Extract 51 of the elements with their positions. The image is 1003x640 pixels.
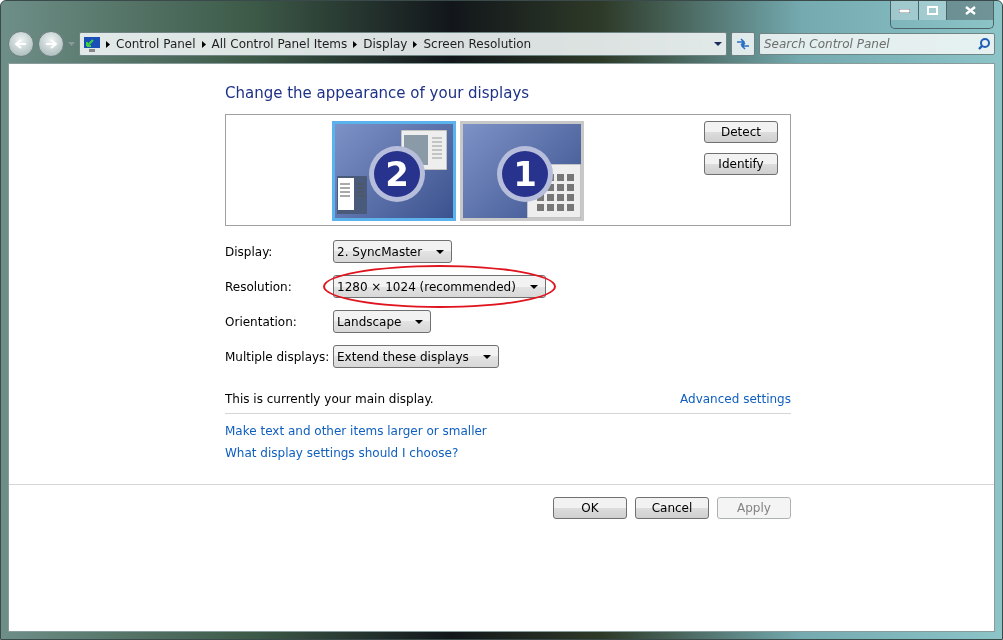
dialog-button[interactable]: OK — [553, 497, 627, 519]
setting-label: Multiple displays: — [225, 349, 331, 364]
search-icon — [978, 38, 990, 50]
breadcrumb-item[interactable]: Control Panel — [116, 37, 196, 51]
forward-arrow-icon — [45, 39, 57, 49]
monitor-action-button[interactable]: Identify — [704, 153, 778, 175]
search-field[interactable]: Search Control Panel — [759, 33, 995, 55]
monitor-action-button[interactable]: Detect — [704, 121, 778, 143]
breadcrumb-arrow-icon — [106, 40, 110, 48]
setting-label: Orientation: — [225, 314, 298, 329]
minimize-icon — [899, 8, 910, 13]
breadcrumb-item[interactable]: Screen Resolution — [423, 37, 532, 51]
setting-dropdown[interactable]: 1280 × 1024 (recommended) — [333, 275, 546, 298]
dropdown-arrow-icon — [436, 249, 445, 254]
start-menu-thumbnail-icon — [337, 176, 367, 214]
close-icon — [964, 6, 976, 15]
monitor-number: 1 — [497, 146, 553, 202]
minimize-button[interactable] — [891, 1, 919, 20]
setting-label: Resolution: — [225, 279, 293, 294]
maximize-icon — [927, 6, 938, 15]
monitor-tile[interactable]: 2 — [332, 121, 456, 221]
monitor-number: 2 — [369, 146, 425, 202]
breadcrumb-item[interactable]: Display — [363, 37, 408, 51]
setting-label: Display: — [225, 244, 274, 259]
close-button[interactable] — [947, 1, 993, 20]
page-heading: Change the appearance of your displays — [225, 84, 531, 102]
help-link[interactable]: Make text and other items larger or smaller — [225, 424, 487, 438]
dropdown-arrow-icon — [415, 319, 424, 324]
monitor-tile[interactable]: 1 — [460, 121, 584, 221]
dropdown-arrow-icon — [482, 354, 491, 359]
advanced-settings-link[interactable]: Advanced settings — [680, 392, 791, 406]
setting-dropdown[interactable]: Landscape — [333, 310, 432, 333]
refresh-button[interactable] — [731, 32, 755, 56]
forward-button[interactable] — [38, 31, 64, 57]
address-bar[interactable]: Control Panel All Control Panel Items Display Screen Resolution — [79, 32, 727, 56]
maximize-button[interactable] — [919, 1, 947, 20]
back-arrow-icon — [15, 39, 27, 49]
refresh-icon — [736, 38, 750, 50]
dropdown-arrow-icon — [529, 284, 538, 289]
help-link[interactable]: What display settings should I choose? — [225, 446, 459, 460]
breadcrumb-arrow-icon — [201, 40, 206, 48]
setting-dropdown[interactable]: Extend these displays — [333, 345, 499, 368]
setting-dropdown[interactable]: 2. SyncMaster — [333, 240, 453, 263]
dialog-button[interactable]: Cancel — [635, 497, 709, 519]
monitor-icon — [84, 36, 100, 52]
breadcrumb-arrow-icon — [353, 40, 358, 48]
address-dropdown-icon[interactable] — [714, 42, 722, 46]
back-button[interactable] — [8, 31, 34, 57]
main-display-note: This is currently your main display. — [225, 392, 434, 406]
breadcrumb-arrow-icon — [413, 40, 418, 48]
breadcrumb-item[interactable]: All Control Panel Items — [211, 37, 348, 51]
